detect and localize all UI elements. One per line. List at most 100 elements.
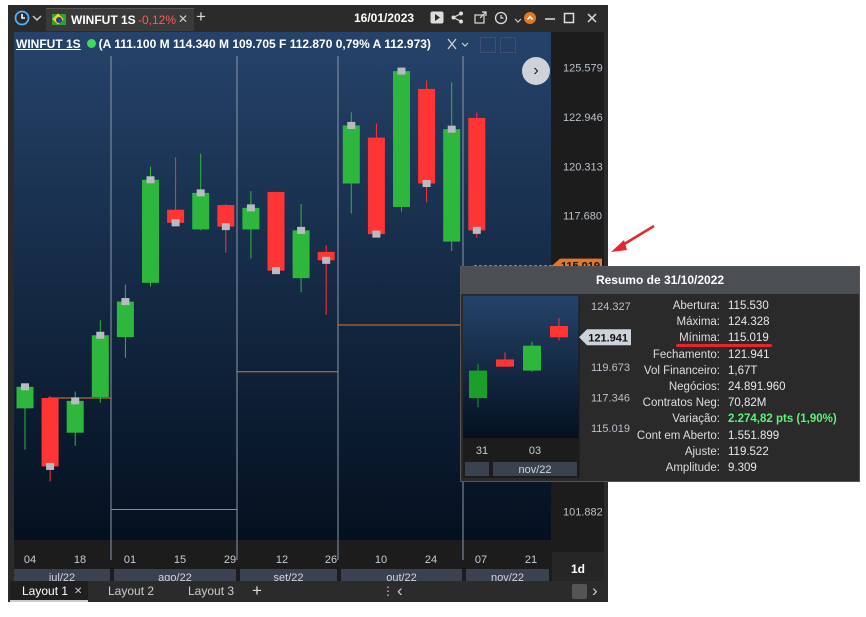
- mini-month-box: [465, 462, 489, 476]
- x-day-label: 24: [425, 554, 437, 566]
- summary-row-value: 24.891.960: [728, 381, 786, 393]
- layout-1-close-button[interactable]: ✕: [74, 586, 82, 597]
- candle-body: [66, 400, 84, 433]
- settlement-marker: [272, 267, 280, 275]
- header-symbol[interactable]: WINFUT 1S: [16, 37, 81, 51]
- summary-row: Contratos Neg: 70,82M: [633, 397, 857, 413]
- layout-menu-button[interactable]: ⋮: [382, 584, 394, 598]
- play-icon[interactable]: [430, 11, 444, 24]
- mini-x-label: 03: [529, 445, 541, 457]
- settlement-marker: [21, 383, 29, 391]
- add-tab-button[interactable]: +: [196, 7, 206, 27]
- y-tick-label: 125.579: [563, 63, 603, 75]
- mini-candle-body: [550, 326, 568, 338]
- summary-title: Resumo de 31/10/2022: [461, 267, 859, 294]
- summary-row-value: 9.309: [728, 462, 757, 474]
- summary-row-label: Cont em Aberto:: [636, 429, 720, 442]
- mini-candle-body: [469, 370, 487, 399]
- x-day-label: 21: [525, 554, 537, 566]
- settlement-marker: [246, 204, 255, 212]
- settlement-marker: [96, 331, 105, 339]
- mini-price-label: 121.941: [588, 332, 628, 344]
- candle-body: [192, 192, 210, 230]
- summary-row: Máxima: 124.328: [633, 316, 857, 332]
- y-tick-label: 120.313: [563, 161, 603, 173]
- settlement-marker: [121, 298, 130, 306]
- y-tick-label: 101.882: [563, 507, 603, 519]
- candle-body: [142, 179, 159, 283]
- chevron-down-icon[interactable]: [32, 11, 42, 25]
- x-day-label: 15: [174, 554, 186, 566]
- chevron-down-icon[interactable]: [514, 11, 522, 25]
- mini-y-tick-label: 115.019: [591, 423, 630, 435]
- drawing-tools-button[interactable]: [446, 37, 472, 51]
- history-icon[interactable]: [494, 11, 509, 25]
- summary-row-label: Vol Financeiro:: [643, 364, 720, 377]
- summary-row-label: Abertura:: [672, 300, 720, 312]
- scroll-right-button[interactable]: ›: [592, 581, 598, 601]
- share-icon[interactable]: [451, 11, 464, 24]
- summary-row: Vol Financeiro: 1,67T: [633, 365, 857, 381]
- cursor-tool-button[interactable]: [480, 37, 496, 53]
- summary-row-value: 1.551.899: [728, 429, 780, 442]
- summary-row: Variação: 2.274,82 pts (1,90%): [633, 413, 857, 429]
- scroll-left-button[interactable]: ‹: [397, 581, 403, 601]
- add-indicator-button[interactable]: [500, 37, 516, 53]
- add-layout-button[interactable]: +: [252, 581, 262, 601]
- clock-icon[interactable]: [14, 10, 30, 26]
- settlement-marker: [422, 180, 431, 188]
- summary-row-value: 1,67T: [728, 364, 758, 377]
- brazil-flag-icon: [52, 13, 66, 25]
- x-day-label: 07: [475, 554, 487, 566]
- summary-row-value: 2.274,82 pts (1,90%): [728, 413, 837, 426]
- symbol-tab[interactable]: WINFUT 1S -0,12% ✕: [46, 8, 194, 31]
- settings-icon[interactable]: [523, 11, 537, 25]
- period-label: 1d: [571, 562, 585, 576]
- chart-header: WINFUT 1S (A 111.100 M 114.340 M 109.705 …: [16, 37, 431, 51]
- settlement-marker: [46, 462, 55, 470]
- tab-layout-3[interactable]: Layout 3: [188, 584, 234, 598]
- summary-row-value: 115.530: [728, 300, 769, 312]
- candle-body: [342, 125, 360, 184]
- x-day-label: 01: [124, 554, 136, 566]
- settlement-marker: [472, 226, 481, 234]
- settlement-marker: [347, 121, 356, 129]
- summary-popup: Resumo de 31/10/2022 124.327 119.673 117.3…: [460, 266, 860, 482]
- date-display[interactable]: 16/01/2023: [354, 11, 414, 25]
- tools-icon: [447, 38, 469, 50]
- x-day-label: 04: [24, 554, 36, 566]
- summary-row: Fechamento: 121.941: [633, 349, 857, 365]
- settlement-marker: [397, 67, 406, 75]
- tab-layout-2[interactable]: Layout 2: [108, 584, 154, 598]
- summary-row-value: 124.328: [728, 316, 770, 329]
- highlight-underline: [676, 344, 772, 347]
- y-tick-label: 122.946: [563, 112, 603, 124]
- x-day-label: 10: [375, 554, 387, 566]
- tab-layout-1[interactable]: Layout 1 ✕: [10, 581, 88, 602]
- x-day-label: 26: [325, 554, 337, 566]
- mini-y-tick-label: 124.327: [591, 301, 631, 313]
- mini-x-label: 31: [476, 445, 488, 457]
- summary-row: Amplitude: 9.309: [633, 462, 857, 478]
- summary-row-value: 121.941: [728, 348, 770, 361]
- candle-body: [418, 88, 436, 184]
- tab-close-button[interactable]: ✕: [178, 12, 188, 26]
- summary-row: Abertura: 115.530: [633, 300, 857, 316]
- mini-plot-area: [463, 296, 579, 438]
- summary-row: Ajuste: 119.522: [633, 446, 857, 462]
- candle-body: [292, 230, 310, 279]
- summary-row-label: Contratos Neg:: [642, 397, 720, 410]
- layout-options-button[interactable]: [572, 584, 587, 599]
- maximize-icon[interactable]: [563, 11, 575, 25]
- close-icon[interactable]: [586, 11, 598, 25]
- summary-row: Negócios: 24.891.960: [633, 381, 857, 397]
- minimize-icon[interactable]: [544, 11, 556, 25]
- settlement-marker: [372, 230, 381, 238]
- mini-y-tick-label: 117.346: [591, 393, 630, 405]
- next-button[interactable]: ›: [522, 57, 550, 85]
- ohlc-readout: (A 111.100 M 114.340 M 109.705 F 112.870…: [98, 37, 431, 51]
- title-bar: WINFUT 1S -0,12% ✕ + 16/01/2023: [8, 5, 608, 31]
- summary-row-label: Amplitude:: [665, 462, 720, 474]
- summary-row-value: 119.522: [728, 445, 769, 458]
- export-icon[interactable]: [474, 11, 488, 24]
